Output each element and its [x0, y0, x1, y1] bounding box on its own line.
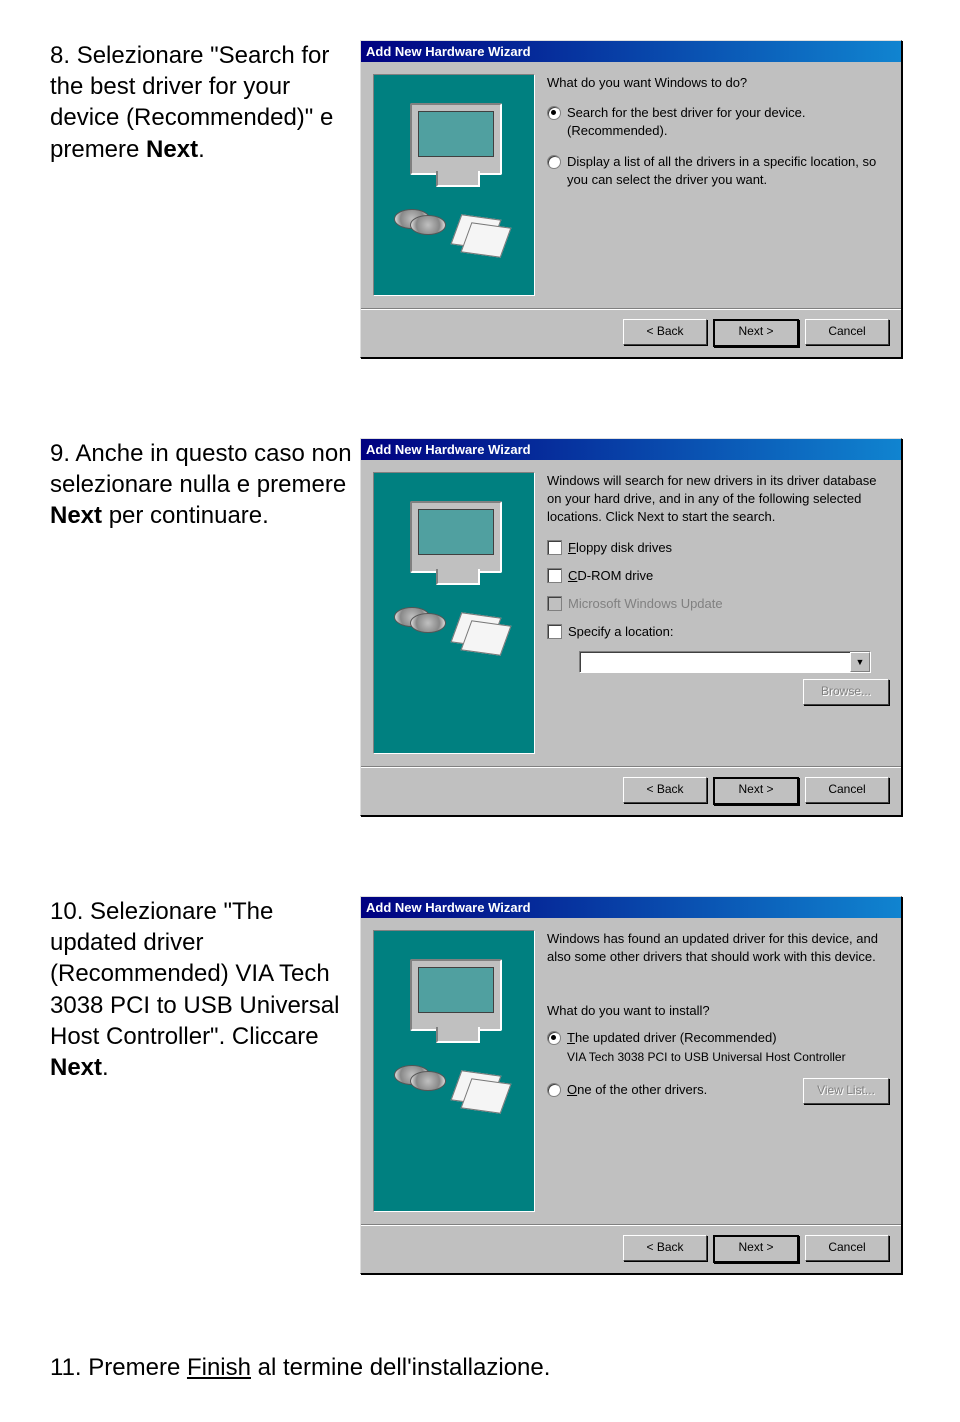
step-num: 8. [50, 42, 70, 69]
check-label: Microsoft Windows Update [568, 595, 723, 613]
step-11: 11. Premere Finish al termine dell'insta… [50, 1354, 910, 1382]
radio-icon [547, 106, 561, 120]
intro-text: Windows has found an updated driver for … [547, 930, 889, 966]
monitor-icon [410, 103, 502, 175]
step-10: 10. Selezionare "The updated driver (Rec… [50, 896, 910, 1274]
wizard-title: Add New Hardware Wizard [361, 41, 901, 62]
floppies-icon [456, 217, 516, 257]
radio-label: Display a list of all the drivers in a s… [567, 153, 889, 189]
viewlist-button: View List... [803, 1078, 889, 1104]
question-text: What do you want to install? [547, 1002, 889, 1020]
cancel-button[interactable]: Cancel [805, 319, 889, 345]
radio-label2: (Recommended). [567, 122, 805, 140]
step-after: per continuare. [102, 502, 269, 529]
step-num: 10. [50, 898, 83, 925]
wizard-body: What do you want Windows to do? Search f… [361, 62, 901, 308]
checkbox-icon [547, 624, 562, 639]
wizard-side-graphic [373, 74, 535, 296]
wizard-1: Add New Hardware Wizard What do you want… [360, 40, 902, 358]
step-9-text: 9. Anche in questo caso non selezionare … [50, 438, 360, 532]
radio-label: Search for the best driver for your devi… [567, 104, 805, 122]
radio-display-list[interactable]: Display a list of all the drivers in a s… [547, 153, 889, 189]
step-8-text: 8. Selezionare "Search for the best driv… [50, 40, 360, 165]
radio-best-driver[interactable]: Search for the best driver for your devi… [547, 104, 889, 140]
location-input[interactable] [579, 651, 871, 673]
wizard-body: Windows will search for new drivers in i… [361, 460, 901, 766]
back-button[interactable]: < Back [623, 777, 707, 803]
check-label: D-ROM drive [577, 568, 653, 583]
driver-name: VIA Tech 3038 PCI to USB Universal Host … [567, 1049, 846, 1066]
check-label: loppy disk drives [576, 540, 672, 555]
checkbox-icon [547, 596, 562, 611]
button-bar: < Back Next > Cancel [361, 766, 901, 815]
discs-icon [394, 1065, 446, 1093]
button-bar: < Back Next > Cancel [361, 308, 901, 357]
check-windows-update: Microsoft Windows Update [547, 595, 889, 613]
next-button[interactable]: Next > [713, 1235, 799, 1263]
discs-icon [394, 607, 446, 635]
wizard-side-graphic [373, 930, 535, 1212]
radio-label: ne of the other drivers. [577, 1082, 707, 1097]
browse-button: Browse... [803, 679, 889, 705]
check-label: Specify a location: [568, 623, 674, 641]
floppies-icon [456, 615, 516, 655]
next-button[interactable]: Next > [713, 319, 799, 347]
back-button[interactable]: < Back [623, 319, 707, 345]
floppies-icon [456, 1073, 516, 1113]
monitor-icon [410, 501, 502, 573]
bold-next: Next [146, 136, 198, 163]
discs-icon [394, 209, 446, 237]
step-after: . [102, 1054, 109, 1081]
radio-other-driver[interactable]: One of the other drivers. [547, 1081, 707, 1099]
step-8: 8. Selezionare "Search for the best driv… [50, 40, 910, 358]
step-after: . [198, 136, 205, 163]
step-num: 9. [50, 440, 70, 467]
step-body: Selezionare "The updated driver (Recomme… [50, 898, 339, 1050]
step-body: Anche in questo caso non selezionare nul… [50, 440, 352, 498]
monitor-icon [410, 959, 502, 1031]
cancel-button[interactable]: Cancel [805, 777, 889, 803]
back-button[interactable]: < Back [623, 1235, 707, 1261]
question-text: What do you want Windows to do? [547, 74, 889, 92]
radio-icon [547, 1031, 561, 1045]
wizard-content: Windows has found an updated driver for … [547, 930, 889, 1212]
checkbox-icon [547, 568, 562, 583]
wizard-side-graphic [373, 472, 535, 754]
radio-icon [547, 1083, 561, 1097]
radio-icon [547, 155, 561, 169]
bold-next: Next [50, 502, 102, 529]
radio-updated-driver[interactable]: The updated driver (Recommended) VIA Tec… [547, 1029, 889, 1066]
radio-label: he updated driver (Recommended) [575, 1030, 777, 1045]
wizard-content: What do you want Windows to do? Search f… [547, 74, 889, 296]
checkbox-icon [547, 540, 562, 555]
wizard-body: Windows has found an updated driver for … [361, 918, 901, 1224]
wizard-title: Add New Hardware Wizard [361, 439, 901, 460]
cancel-button[interactable]: Cancel [805, 1235, 889, 1261]
step-10-text: 10. Selezionare "The updated driver (Rec… [50, 896, 360, 1083]
wizard-3: Add New Hardware Wizard Windows has foun… [360, 896, 902, 1274]
wizard-title: Add New Hardware Wizard [361, 897, 901, 918]
next-button[interactable]: Next > [713, 777, 799, 805]
bold-next: Next [50, 1054, 102, 1081]
intro-text: Windows will search for new drivers in i… [547, 472, 889, 527]
check-specify-location[interactable]: Specify a location: [547, 623, 889, 641]
wizard-content: Windows will search for new drivers in i… [547, 472, 889, 754]
check-floppy[interactable]: Floppy disk drives [547, 539, 889, 557]
step-9: 9. Anche in questo caso non selezionare … [50, 438, 910, 816]
button-bar: < Back Next > Cancel [361, 1224, 901, 1273]
wizard-2: Add New Hardware Wizard Windows will sea… [360, 438, 902, 816]
check-cdrom[interactable]: CD-ROM drive [547, 567, 889, 585]
location-row: Browse... [579, 651, 889, 705]
